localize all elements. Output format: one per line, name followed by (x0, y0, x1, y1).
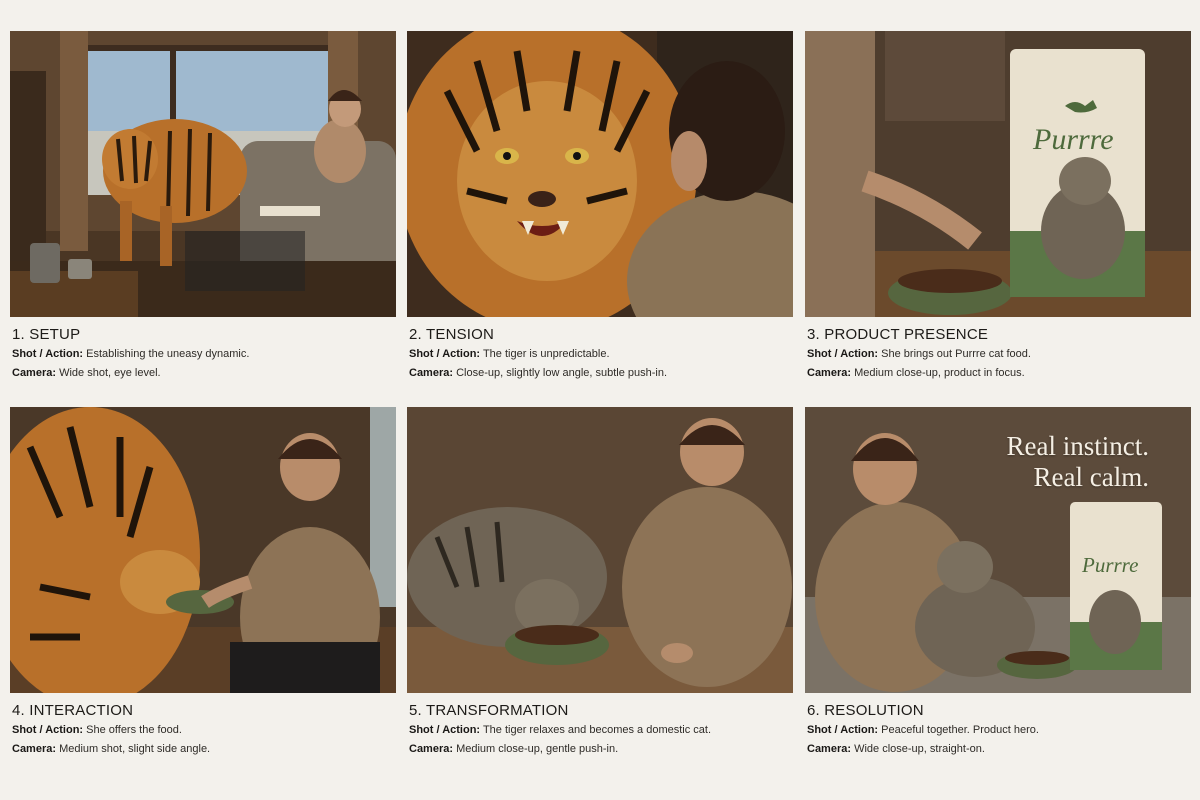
panel-1-shot: Shot / Action: Establishing the uneasy d… (12, 348, 250, 360)
cat-figure (407, 507, 607, 647)
panel-1-title: 1. SETUP (12, 326, 81, 343)
panel-2-title: 2. TENSION (409, 326, 495, 343)
panel-5-image (407, 407, 793, 693)
panel-3-image: Purrre (805, 31, 1191, 317)
panel-4-shot: Shot / Action: She offers the food. (12, 724, 182, 736)
panel-6-shot: Shot / Action: Peaceful together. Produc… (807, 724, 1039, 736)
panel-4-image (10, 407, 396, 693)
panel-6-image: Purrre Real instinct. Real calm. (805, 407, 1191, 693)
storyboard-panel-2: 2. TENSION Shot / Action: The tiger is u… (407, 31, 793, 386)
woman-figure (314, 119, 366, 183)
panel-6-camera: Camera: Wide close-up, straight-on. (807, 743, 985, 755)
storyboard-panel-6: Purrre Real instinct. Real calm. 6. RESO… (805, 407, 1191, 762)
storyboard-panel-1: 1. SETUP Shot / Action: Establishing the… (10, 31, 396, 386)
panel-1-image (10, 31, 396, 317)
panel-1-camera: Camera: Wide shot, eye level. (12, 367, 161, 379)
panel-2-shot: Shot / Action: The tiger is unpredictabl… (409, 348, 610, 360)
panel-4-title: 4. INTERACTION (12, 702, 134, 719)
tagline-line-1: Real instinct. (1006, 431, 1149, 461)
panel-5-camera: Camera: Medium close-up, gentle push-in. (409, 743, 619, 755)
woman-figure (622, 487, 792, 687)
storyboard-panel-3: Purrre 3. PRODUCT PRESENCE Shot / Action… (805, 31, 1191, 386)
tagline-line-2: Real calm. (1033, 462, 1149, 492)
panel-3-shot: Shot / Action: She brings out Purrre cat… (807, 348, 1031, 360)
woman-side (805, 31, 875, 317)
panel-6-title: 6. RESOLUTION (807, 702, 924, 719)
storyboard-panel-5: 5. TRANSFORMATION Shot / Action: The tig… (407, 407, 793, 762)
panel-5-title: 5. TRANSFORMATION (409, 702, 569, 719)
storyboard-panel-4: 4. INTERACTION Shot / Action: She offers… (10, 407, 396, 762)
panel-2-camera: Camera: Close-up, slightly low angle, su… (409, 367, 668, 379)
panel-2-image (407, 31, 793, 317)
product-brand-logo: Purrre (1081, 553, 1138, 577)
tagline: Real instinct. Real calm. (1007, 431, 1149, 493)
panel-4-camera: Camera: Medium shot, slight side angle. (12, 743, 211, 755)
panel-3-title: 3. PRODUCT PRESENCE (807, 326, 989, 343)
product-brand-logo: Purrre (1032, 123, 1114, 156)
panel-3-camera: Camera: Medium close-up, product in focu… (807, 367, 1025, 379)
panel-5-shot: Shot / Action: The tiger relaxes and bec… (409, 724, 712, 736)
